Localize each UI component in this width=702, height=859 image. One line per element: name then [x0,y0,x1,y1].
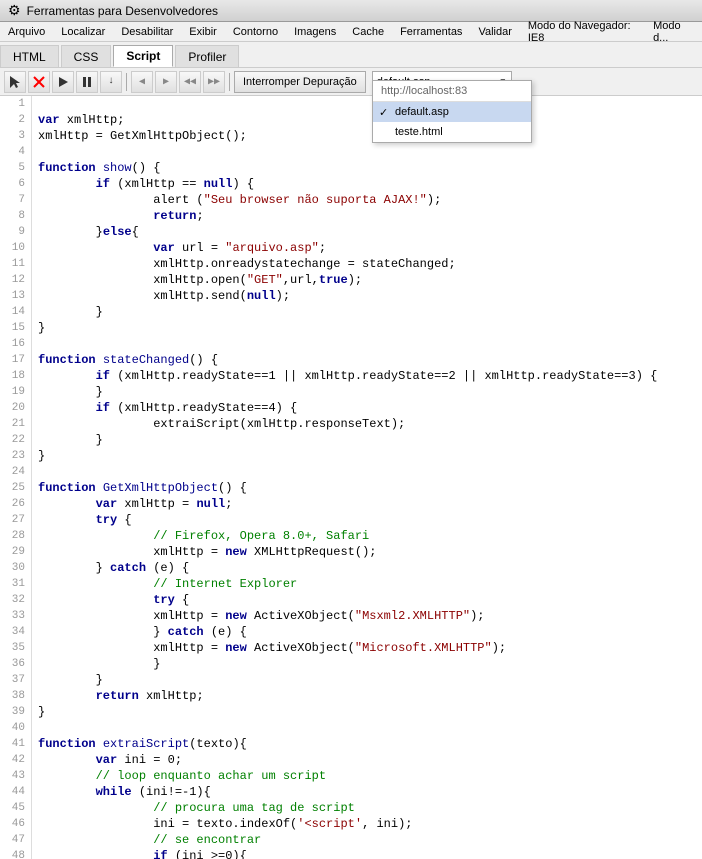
nav-fwd-btn[interactable]: ▶ [155,71,177,93]
menu-modo-navegador[interactable]: Modo do Navegador: IE8 [520,22,645,41]
code-area[interactable]: 1 2 3 4 5 6 7 8 9 10 11 12 13 14 15 16 1… [0,96,702,859]
menu-bar: Arquivo Localizar Desabilitar Exibir Con… [0,22,702,42]
tab-script[interactable]: Script [113,45,173,67]
dropdown-option-default[interactable]: default.asp [373,102,531,122]
sep2 [229,73,230,91]
toolbar: ↓ ◀ ▶ ◀◀ ▶▶ Interromper Depuração defaul… [0,68,702,96]
pause-btn[interactable] [76,71,98,93]
dropdown-header: http://localhost:83 [373,81,531,102]
play-btn[interactable] [52,71,74,93]
menu-validar[interactable]: Validar [470,22,519,41]
tab-profiler[interactable]: Profiler [175,45,239,67]
menu-imagens[interactable]: Imagens [286,22,344,41]
title-icon: ⚙ [8,2,21,19]
cursor-tool-btn[interactable] [4,71,26,93]
menu-localizar[interactable]: Localizar [53,22,113,41]
tab-bar: HTML CSS Script Profiler [0,42,702,68]
tab-css[interactable]: CSS [61,45,112,67]
code-editor[interactable]: var xmlHttp;xmlHttp = GetXmlHttpObject()… [32,96,702,859]
menu-cache[interactable]: Cache [344,22,392,41]
disable-btn[interactable] [28,71,50,93]
title-text: Ferramentas para Desenvolvedores [27,4,218,18]
nav-back-btn[interactable]: ◀ [131,71,153,93]
line-numbers: 1 2 3 4 5 6 7 8 9 10 11 12 13 14 15 16 1… [0,96,32,859]
menu-exibir[interactable]: Exibir [181,22,225,41]
step-into-btn[interactable]: ↓ [100,71,122,93]
dropdown-option-teste[interactable]: teste.html [373,122,531,142]
interromper-btn[interactable]: Interromper Depuração [234,71,366,93]
menu-arquivo[interactable]: Arquivo [0,22,53,41]
nav-next-btn[interactable]: ▶▶ [203,71,225,93]
nav-prev-btn[interactable]: ◀◀ [179,71,201,93]
sep1 [126,73,127,91]
script-dropdown-popup: http://localhost:83 default.asp teste.ht… [372,80,532,143]
menu-ferramentas[interactable]: Ferramentas [392,22,470,41]
tab-html[interactable]: HTML [0,45,59,67]
menu-modo-doc[interactable]: Modo d... [645,22,702,41]
menu-contorno[interactable]: Contorno [225,22,286,41]
menu-desabilitar[interactable]: Desabilitar [113,22,181,41]
